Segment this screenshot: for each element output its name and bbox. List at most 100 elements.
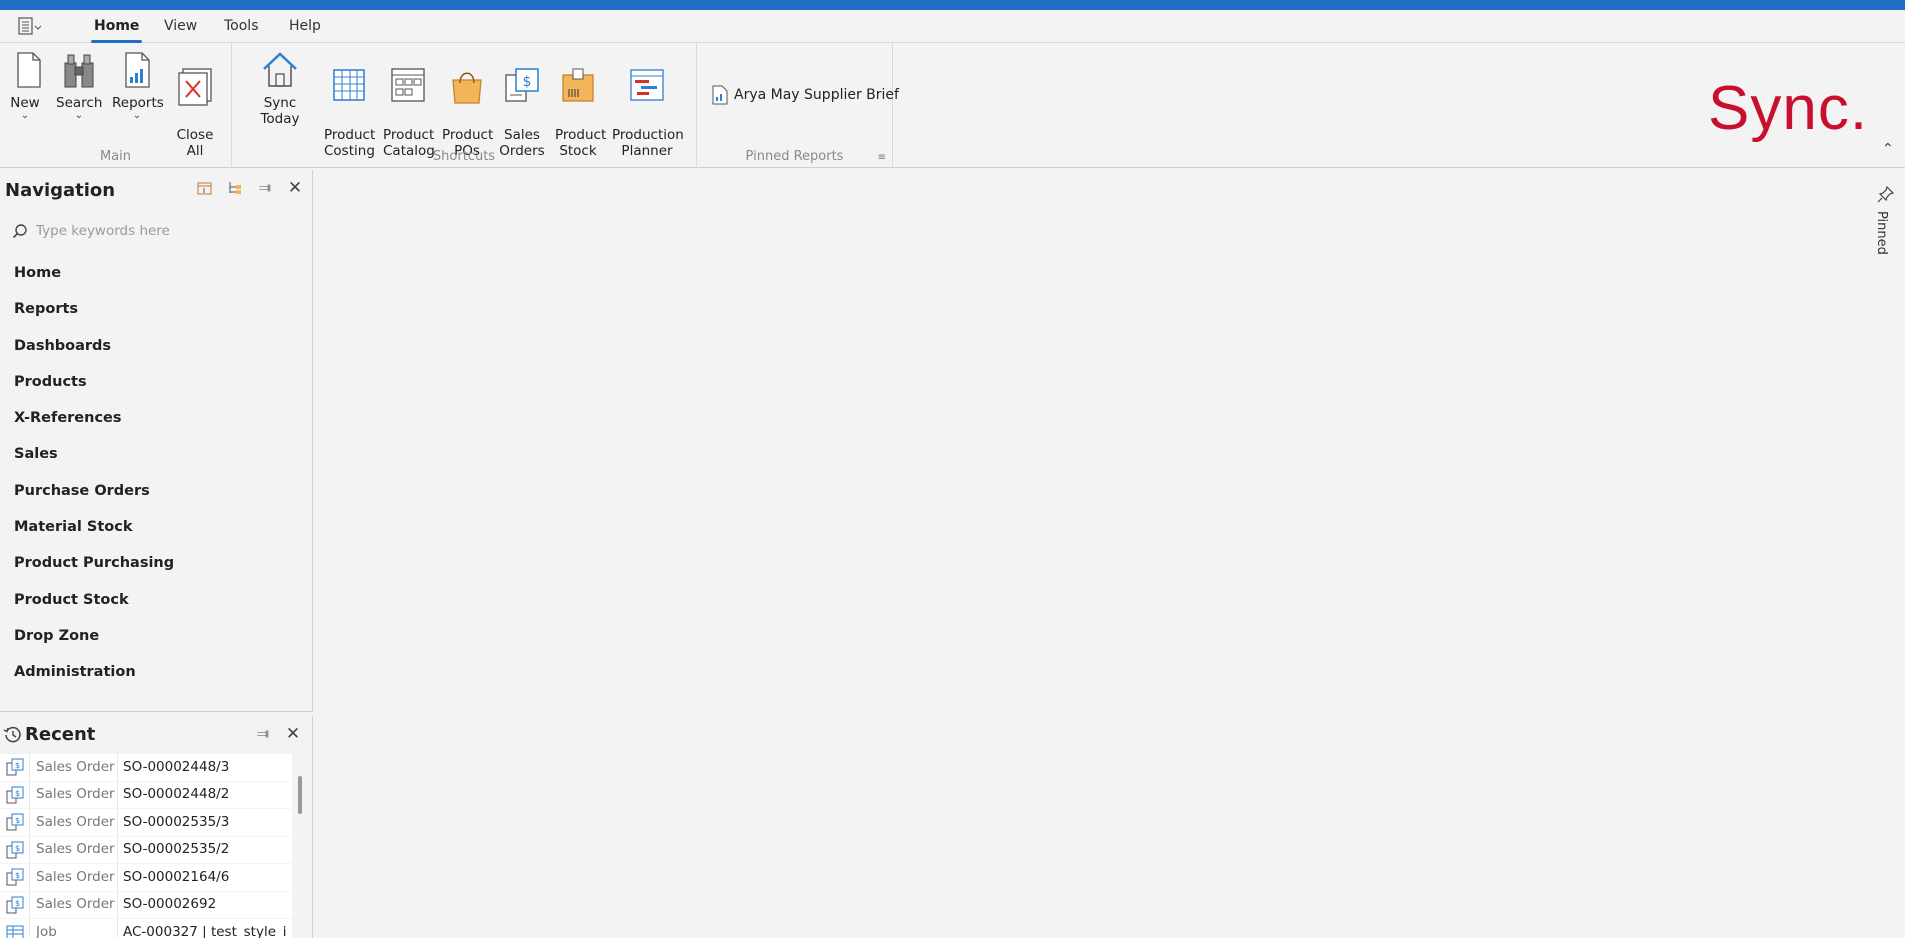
history-icon	[3, 726, 21, 742]
close-icon[interactable]: ✕	[285, 726, 301, 743]
svg-text:$: $	[14, 899, 19, 908]
sales-order-icon: $	[505, 68, 539, 102]
navigation-list: Home Reports Dashboards Products X-Refer…	[14, 262, 174, 698]
ribbon: New ⌄ Search ⌄ Reports ⌄ Close All Main …	[0, 43, 1905, 168]
nav-item-product-purchasing[interactable]: Product Purchasing	[14, 552, 174, 588]
recent-scrollbar[interactable]	[298, 776, 302, 814]
recent-row-type: Sales Order	[30, 781, 118, 809]
recent-list: $ Sales Order SO-00002448/3 $ Sales Orde…	[0, 753, 292, 938]
spreadsheet-icon	[333, 69, 365, 101]
sales-orders-button[interactable]: $ Sales Orders	[499, 49, 545, 159]
gantt-chart-icon	[630, 69, 664, 101]
pinned-report-item[interactable]: Arya May Supplier Brief	[712, 85, 899, 105]
binoculars-icon	[64, 54, 94, 88]
chevron-down-icon: ⌄	[132, 110, 142, 121]
recent-row-name: SO-00002448/2	[123, 786, 230, 803]
sync-today-button[interactable]: Sync Today	[244, 49, 316, 127]
ribbon-group-shortcuts: Sync Today Product Costing Product Catal…	[232, 43, 697, 168]
recent-row-type: Sales Order	[30, 753, 118, 781]
product-stock-button[interactable]: Product Stock	[555, 49, 606, 159]
svg-text:$: $	[14, 844, 19, 853]
sync-today-label: Sync Today	[260, 95, 300, 127]
pin-icon[interactable]: ⫥	[255, 726, 271, 742]
window-title-bar	[0, 0, 1905, 10]
chevron-down-icon: ⌄	[20, 110, 30, 121]
navigation-search	[12, 220, 302, 242]
navigation-panel-tools: ⫥ ✕	[197, 180, 303, 197]
sync-logo: Sync.	[1708, 74, 1869, 143]
pinned-side-label: Pinned	[1874, 211, 1889, 255]
expand-all-icon[interactable]	[197, 180, 213, 196]
group-options-icon[interactable]: ≡	[878, 152, 886, 163]
sales-order-icon: $	[0, 891, 30, 919]
job-grid-icon	[0, 918, 30, 938]
recent-row[interactable]: $ Sales Order SO-00002535/2	[0, 836, 292, 864]
nav-item-sales[interactable]: Sales	[14, 443, 174, 479]
tab-home[interactable]: Home	[90, 18, 143, 43]
production-planner-button[interactable]: Production Planner	[612, 49, 684, 159]
recent-row-type: Sales Order	[30, 891, 118, 919]
collapse-ribbon-icon[interactable]: ⌃	[1882, 141, 1894, 157]
reports-button-label: Reports	[112, 95, 164, 111]
nav-item-material-stock[interactable]: Material Stock	[14, 516, 174, 552]
recent-row[interactable]: $ Sales Order SO-00002448/2	[0, 781, 292, 809]
svg-text:$: $	[14, 761, 19, 770]
recent-row[interactable]: $ Sales Order SO-00002692	[0, 891, 292, 919]
recent-row[interactable]: Job AC-000327 | test_style_i	[0, 918, 292, 938]
recent-row-name: SO-00002692	[123, 896, 217, 913]
menu-bar: Home View Tools Help	[0, 10, 1905, 43]
search-button[interactable]: Search ⌄	[56, 49, 102, 121]
pinned-side-tab[interactable]: Pinned	[1874, 185, 1898, 255]
report-icon	[712, 85, 728, 105]
recent-row-name: SO-00002448/3	[123, 758, 230, 775]
recent-row[interactable]: $ Sales Order SO-00002535/3	[0, 808, 292, 837]
nav-item-dashboards[interactable]: Dashboards	[14, 335, 174, 371]
nav-item-reports[interactable]: Reports	[14, 298, 174, 334]
nav-item-x-references[interactable]: X-References	[14, 407, 174, 443]
pin-icon[interactable]: ⫥	[257, 180, 273, 196]
recent-row-type: Sales Order	[30, 863, 118, 891]
nav-item-home[interactable]: Home	[14, 262, 174, 298]
reports-button[interactable]: Reports ⌄	[112, 49, 164, 121]
sales-order-icon: $	[0, 836, 30, 864]
nav-item-product-stock[interactable]: Product Stock	[14, 589, 174, 625]
product-costing-button[interactable]: Product Costing	[324, 49, 375, 159]
recent-title: Recent	[25, 724, 96, 745]
recent-row-name: AC-000327 | test_style_i	[123, 923, 287, 938]
tree-view-icon[interactable]	[227, 180, 243, 196]
recent-row-name: SO-00002535/2	[123, 841, 230, 858]
svg-text:$: $	[14, 871, 19, 880]
recent-row[interactable]: $ Sales Order SO-00002448/3	[0, 753, 292, 782]
recent-panel: Recent ⫥ ✕ $ Sales Order SO-00002448/3 $…	[0, 716, 313, 938]
sales-order-icon: $	[0, 753, 30, 781]
navigation-panel: Navigation ⫥ ✕ Home Reports Dashboards P…	[0, 170, 313, 712]
ribbon-group-main: New ⌄ Search ⌄ Reports ⌄ Close All Main	[0, 43, 232, 168]
nav-item-administration[interactable]: Administration	[14, 661, 174, 697]
new-document-icon	[17, 52, 41, 88]
ribbon-group-label: Pinned Reports	[745, 149, 844, 164]
tab-view[interactable]: View	[164, 18, 197, 43]
shopping-bag-icon	[452, 72, 482, 104]
new-button[interactable]: New ⌄	[8, 49, 42, 121]
pin-icon	[1877, 185, 1895, 203]
nav-item-drop-zone[interactable]: Drop Zone	[14, 625, 174, 661]
sales-order-icon: $	[0, 808, 30, 836]
sales-order-icon: $	[0, 781, 30, 809]
tab-help[interactable]: Help	[289, 18, 321, 43]
sales-order-icon: $	[0, 863, 30, 891]
nav-item-purchase-orders[interactable]: Purchase Orders	[14, 480, 174, 516]
product-pos-button[interactable]: Product POs	[442, 49, 493, 159]
recent-row-type: Sales Order	[30, 808, 118, 836]
search-button-label: Search	[56, 95, 103, 111]
navigation-search-input[interactable]	[36, 223, 286, 239]
chevron-down-icon: ⌄	[74, 110, 84, 121]
svg-text:$: $	[14, 789, 19, 798]
new-button-label: New	[10, 95, 40, 111]
recent-row[interactable]: $ Sales Order SO-00002164/6	[0, 863, 292, 892]
tab-tools[interactable]: Tools	[224, 18, 259, 43]
nav-item-products[interactable]: Products	[14, 371, 174, 407]
product-catalog-button[interactable]: Product Catalog	[383, 49, 435, 159]
close-all-button[interactable]: Close All	[174, 49, 216, 159]
app-menu-icon[interactable]	[18, 17, 44, 35]
close-icon[interactable]: ✕	[287, 180, 303, 197]
